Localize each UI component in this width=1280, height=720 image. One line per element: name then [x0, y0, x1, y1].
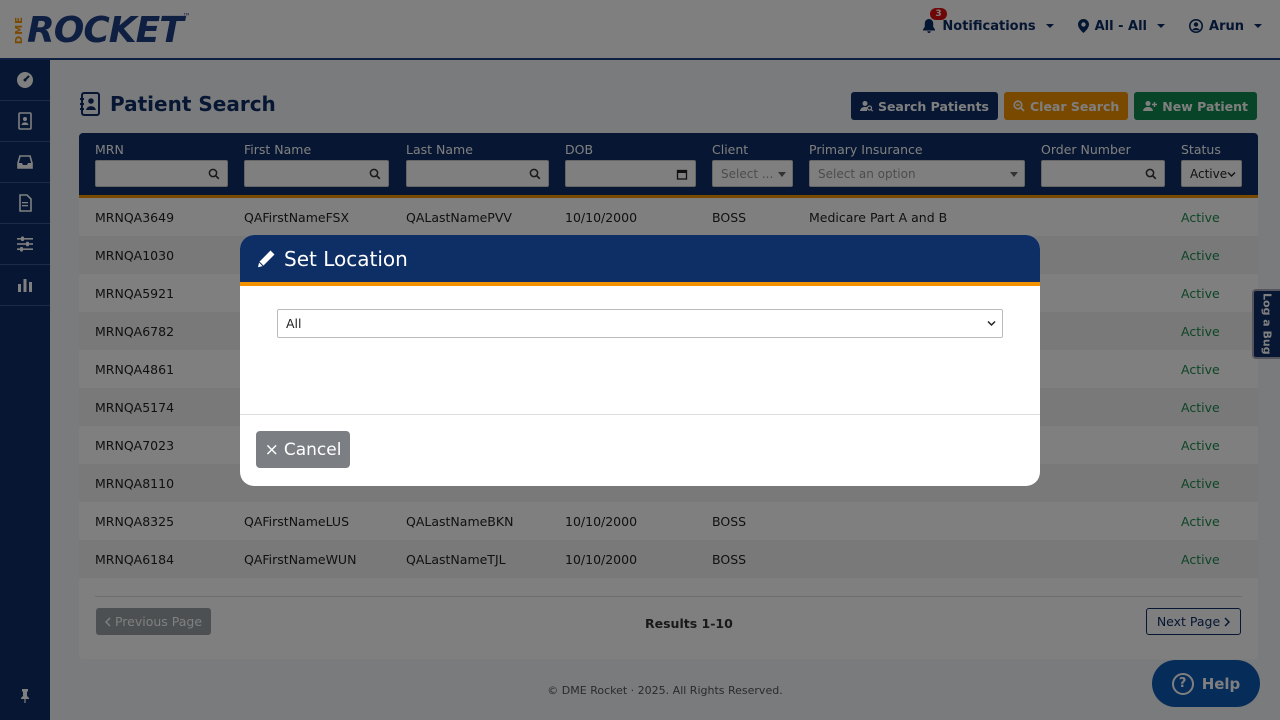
location-select-value: All — [286, 316, 302, 331]
cancel-label: Cancel — [283, 439, 342, 460]
cancel-button[interactable]: × Cancel — [256, 431, 350, 468]
modal-title: Set Location — [284, 246, 408, 271]
location-select[interactable]: All — [277, 309, 1003, 338]
modal-divider — [240, 414, 1040, 415]
modal-header: Set Location — [240, 235, 1040, 286]
close-icon: × — [264, 439, 279, 460]
pencil-icon — [258, 250, 275, 267]
chevron-down-icon — [987, 320, 996, 327]
set-location-modal: Set Location All × Cancel — [240, 235, 1040, 486]
